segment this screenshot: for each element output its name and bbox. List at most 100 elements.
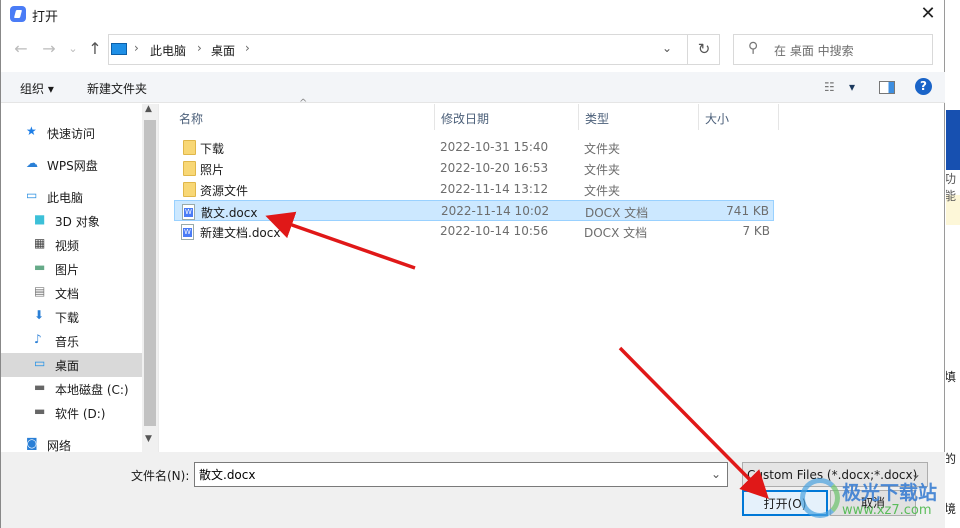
up-button[interactable]: ↑ (85, 38, 105, 60)
file-size: 7 KB (742, 224, 770, 238)
chevron-down-icon[interactable]: ⌄ (711, 467, 721, 481)
filename-label: 文件名(N): (131, 469, 190, 483)
file-row[interactable]: 下载 2022-10-31 15:40 文件夹 (174, 137, 774, 158)
file-row[interactable]: 散文.docx 2022-11-14 10:02 DOCX 文档 741 KB (174, 200, 774, 221)
folder-icon (183, 161, 196, 176)
filename-field[interactable]: ⌄ (194, 462, 728, 487)
folder-icon (183, 140, 196, 155)
sidebar-item-label: 图片 (55, 263, 80, 277)
sidebar-item[interactable]: ▬ 软件 (D:) (1, 401, 142, 425)
sidebar-scrollbar[interactable]: ▲ ▼ (142, 104, 158, 452)
file-list: ^ 名称 修改日期 类型 大小 下载 2022-10-31 15:40 文件夹 照片 2… (158, 98, 945, 452)
search-icon: ⚲ (748, 40, 759, 56)
column-size[interactable]: 大小 (705, 110, 729, 127)
word-document-icon (181, 224, 194, 240)
sidebar-item[interactable]: ▬ 图片 (1, 257, 142, 281)
file-row[interactable]: 照片 2022-10-20 16:53 文件夹 (174, 158, 774, 179)
breadcrumb-desktop[interactable]: 桌面 (211, 42, 235, 59)
breadcrumb-this-pc[interactable]: 此电脑 (150, 42, 186, 59)
sidebar-item-label: 音乐 (55, 335, 80, 349)
search-box[interactable]: ⚲ 在 桌面 中搜索 (733, 34, 933, 65)
new-folder-button[interactable]: 新建文件夹 (87, 80, 147, 97)
file-date: 2022-10-14 10:56 (440, 224, 549, 238)
help-icon[interactable]: ? (915, 78, 932, 95)
toolbar: 组织 ▾ 新建文件夹 ☷ ▾ ? (1, 72, 945, 103)
dialog-title: 打开 (32, 10, 59, 25)
scroll-up-icon[interactable]: ▲ (145, 104, 152, 114)
watermark-logo (800, 478, 840, 518)
sidebar-item[interactable]: ▭ 此电脑 (1, 185, 142, 209)
back-button[interactable]: ← (11, 38, 31, 60)
sidebar-item[interactable]: ▭ 桌面 (1, 353, 142, 377)
folder-icon (183, 182, 196, 197)
file-type: 文件夹 (584, 163, 621, 177)
scrollbar-thumb[interactable] (144, 120, 156, 426)
address-bar[interactable]: › 此电脑 › 桌面 › ⌄ ↻ (108, 34, 720, 65)
sidebar-item-label: 下载 (55, 311, 80, 325)
sidebar-item[interactable]: ▬ 本地磁盘 (C:) (1, 377, 142, 401)
sidebar-item[interactable]: ▤ 文档 (1, 281, 142, 305)
column-type[interactable]: 类型 (585, 110, 609, 127)
sidebar-item[interactable]: ■ 3D 对象 (1, 209, 142, 233)
sidebar-item[interactable]: ♪ 音乐 (1, 329, 142, 353)
file-row[interactable]: 资源文件 2022-11-14 13:12 文件夹 (174, 179, 774, 200)
refresh-button[interactable]: ↻ (687, 35, 720, 64)
view-dropdown-button[interactable]: ▾ (849, 80, 855, 94)
sidebar-item-label: 桌面 (55, 359, 80, 373)
column-date[interactable]: 修改日期 (441, 110, 489, 127)
watermark-text: 极光下载站 (842, 482, 938, 504)
word-document-icon (182, 204, 195, 220)
cloud-icon: ☁ (26, 156, 38, 170)
sidebar-item-label: 视频 (55, 239, 80, 253)
sidebar-item-label: 此电脑 (47, 191, 84, 205)
drive-icon: ▬ (34, 380, 46, 394)
file-date: 2022-11-14 13:12 (440, 182, 549, 196)
organize-button[interactable]: 组织 ▾ (20, 80, 54, 97)
sidebar-item[interactable]: ★ 快速访问 (1, 121, 142, 145)
chevron-down-icon[interactable]: ⌄ (662, 41, 672, 55)
close-button[interactable]: ✕ (915, 3, 941, 25)
sort-ascending-icon: ^ (299, 98, 308, 109)
watermark-url: www.xz7.com (842, 503, 932, 518)
file-name: 下载 (200, 142, 225, 156)
preview-pane-icon[interactable] (879, 81, 895, 94)
sidebar-item-label: 文档 (55, 287, 80, 301)
file-type: 文件夹 (584, 142, 621, 156)
search-placeholder: 在 桌面 中搜索 (774, 44, 854, 58)
drive-icon: ▬ (34, 404, 46, 418)
forward-button[interactable]: → (39, 38, 59, 60)
sidebar-item-label: 快速访问 (47, 127, 96, 141)
file-name: 照片 (200, 163, 225, 177)
file-date: 2022-10-31 15:40 (440, 140, 549, 154)
sidebar-item-label: 软件 (D:) (55, 407, 106, 421)
desktop-icon: ▭ (34, 356, 46, 370)
view-options-icon[interactable]: ☷ (824, 80, 835, 94)
file-type: 文件夹 (584, 184, 621, 198)
sidebar-item[interactable]: ☁ WPS网盘 (1, 153, 142, 177)
cube-icon: ■ (34, 212, 46, 226)
music-icon: ♪ (34, 332, 42, 346)
picture-icon: ▬ (34, 260, 46, 274)
sidebar-item-label: 本地磁盘 (C:) (55, 383, 129, 397)
column-name[interactable]: 名称 (179, 110, 203, 127)
file-type: DOCX 文档 (584, 226, 648, 240)
document-icon: ▤ (34, 284, 46, 298)
file-name: 新建文档.docx (200, 226, 281, 240)
sidebar-item[interactable]: ▦ 视频 (1, 233, 142, 257)
star-icon: ★ (26, 124, 37, 138)
network-icon: ◙ (26, 436, 38, 450)
file-date: 2022-11-14 10:02 (441, 204, 550, 218)
sidebar-item-label: WPS网盘 (47, 159, 98, 173)
file-name: 资源文件 (200, 184, 249, 198)
filename-input[interactable] (195, 463, 695, 486)
sidebar-item[interactable]: ⬇ 下载 (1, 305, 142, 329)
computer-icon: ▭ (26, 188, 38, 202)
scroll-down-icon[interactable]: ▼ (145, 434, 152, 444)
app-icon (10, 6, 26, 22)
open-file-dialog: 打开 ✕ ← → ⌄ ↑ › 此电脑 › 桌面 › ⌄ ↻ ⚲ 在 桌面 中搜索… (0, 0, 945, 528)
file-size: 741 KB (726, 204, 769, 218)
background-application: 功能 填 的 境 (946, 0, 960, 528)
computer-icon (111, 43, 127, 55)
file-row[interactable]: 新建文档.docx 2022-10-14 10:56 DOCX 文档 7 KB (174, 221, 774, 242)
recent-locations-button[interactable]: ⌄ (63, 38, 83, 60)
